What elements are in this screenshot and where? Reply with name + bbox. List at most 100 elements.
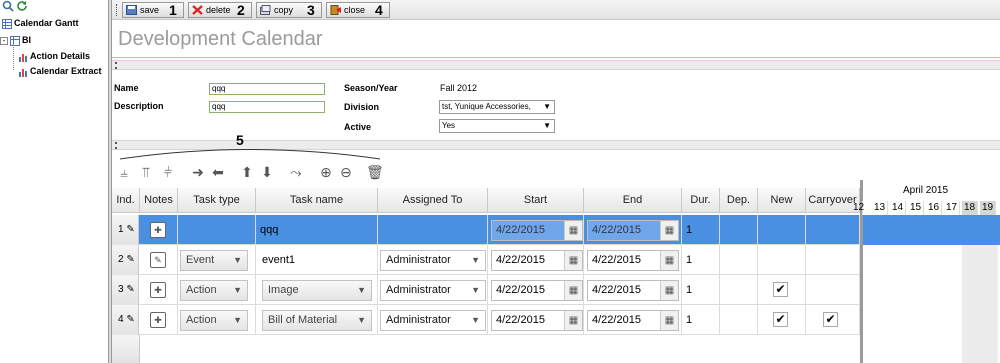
dependency-cell[interactable] <box>720 245 758 275</box>
note-add-icon[interactable]: ✚ <box>150 282 166 298</box>
start-date-input[interactable]: 4/22/2015 ▦ <box>491 310 583 331</box>
task-type-cell[interactable] <box>178 215 256 245</box>
end-cell[interactable]: 4/22/2015 ▦ <box>584 215 682 245</box>
calendar-icon[interactable]: ▦ <box>660 251 678 270</box>
carryover-cell[interactable] <box>806 245 860 275</box>
start-cell[interactable]: 4/22/2015 ▦ <box>488 305 584 335</box>
duration-cell[interactable]: 1 <box>682 215 720 245</box>
table-row[interactable]: 2 ✎ ✎ Event ▼ event1 Administrator ▼ 4/22/… <box>112 245 860 275</box>
task-name-select[interactable]: Bill of Material ▼ <box>262 310 372 331</box>
calendar-icon[interactable]: ▦ <box>660 281 678 300</box>
column-header-end[interactable]: End <box>584 188 682 213</box>
refresh-icon[interactable] <box>16 0 28 12</box>
tree-item-calendar-extract[interactable]: Calendar Extract <box>18 64 102 78</box>
note-add-icon[interactable]: ✚ <box>150 312 166 328</box>
column-header-new[interactable]: New <box>758 188 806 213</box>
copy-button[interactable]: copy 3 <box>256 2 322 18</box>
toolbar-handle[interactable] <box>116 4 119 16</box>
assigned-select[interactable]: Administrator ▼ <box>380 280 486 301</box>
zoom-out-icon[interactable]: ⊖ <box>338 165 354 179</box>
save-button[interactable]: save 1 <box>122 2 184 18</box>
insert-row-icon[interactable]: ⫪ <box>138 165 154 179</box>
new-cell[interactable] <box>758 245 806 275</box>
end-date-input[interactable]: 4/22/2015 ▦ <box>587 220 679 241</box>
notes-cell[interactable]: ✎ <box>140 245 178 275</box>
notes-cell[interactable]: ✚ <box>140 305 178 335</box>
start-date-input[interactable]: 4/22/2015 ▦ <box>491 280 583 301</box>
task-name-cell[interactable]: event1 <box>256 245 378 275</box>
search-icon[interactable] <box>2 0 14 12</box>
new-cell[interactable]: ✔ <box>758 305 806 335</box>
active-select[interactable]: Yes ▼ <box>439 119 555 133</box>
calendar-icon[interactable]: ▦ <box>564 311 582 330</box>
carryover-cell[interactable] <box>806 215 860 245</box>
table-row[interactable]: 4 ✎ ✚ Action ▼ Bill of Material ▼ Administ… <box>112 305 860 335</box>
duration-cell[interactable]: 1 <box>682 245 720 275</box>
trash-icon[interactable]: 🗑 <box>366 165 384 179</box>
row-indicator[interactable]: 1 ✎ <box>112 215 139 245</box>
calendar-icon[interactable]: ▦ <box>564 251 582 270</box>
task-type-cell[interactable]: Action ▼ <box>178 275 256 305</box>
new-cell[interactable] <box>758 215 806 245</box>
close-button[interactable]: close 4 <box>326 2 390 18</box>
note-edit-icon[interactable]: ✎ <box>150 252 166 268</box>
new-cell[interactable]: ✔ <box>758 275 806 305</box>
column-header-assigned-to[interactable]: Assigned To <box>378 188 488 213</box>
description-field[interactable]: qqq <box>209 101 325 113</box>
new-checkbox[interactable]: ✔ <box>773 312 788 327</box>
insert-row-below-icon[interactable]: ⫩ <box>160 165 176 179</box>
task-name-cell[interactable]: Image ▼ <box>256 275 378 305</box>
end-cell[interactable]: 4/22/2015 ▦ <box>584 245 682 275</box>
end-date-input[interactable]: 4/22/2015 ▦ <box>587 310 679 331</box>
assigned-select[interactable]: Administrator ▼ <box>380 310 486 331</box>
task-type-cell[interactable]: Action ▼ <box>178 305 256 335</box>
collapse-icon[interactable]: - <box>0 36 8 45</box>
assigned-select[interactable]: Administrator ▼ <box>380 250 486 271</box>
start-cell[interactable]: 4/22/2015 ▦ <box>488 275 584 305</box>
table-row[interactable]: 3 ✎ ✚ Action ▼ Image ▼ Administrator ▼ 4/22… <box>112 275 860 305</box>
column-header-dep[interactable]: Dep. <box>720 188 758 213</box>
name-field[interactable]: qqq <box>209 83 325 95</box>
carryover-cell[interactable] <box>806 275 860 305</box>
row-indicator[interactable]: 2 ✎ <box>112 245 139 275</box>
tree-item-bi[interactable]: - BI <box>0 33 31 47</box>
column-header-task-name[interactable]: Task name <box>256 188 378 213</box>
zoom-in-icon[interactable]: ⊕ <box>318 165 334 179</box>
insert-row-above-icon[interactable]: ⫨ <box>116 165 132 179</box>
assigned-cell[interactable] <box>378 215 488 245</box>
column-header-task-type[interactable]: Task type <box>178 188 256 213</box>
duration-cell[interactable]: 1 <box>682 275 720 305</box>
end-date-input[interactable]: 4/22/2015 ▦ <box>587 280 679 301</box>
task-name-select[interactable]: Image ▼ <box>262 280 372 301</box>
column-header-notes[interactable]: Notes <box>140 188 178 213</box>
calendar-icon[interactable]: ▦ <box>660 311 678 330</box>
assigned-cell[interactable]: Administrator ▼ <box>378 275 488 305</box>
delete-button[interactable]: delete 2 <box>188 2 252 18</box>
carryover-checkbox[interactable]: ✔ <box>823 312 838 327</box>
task-name-cell[interactable]: Bill of Material ▼ <box>256 305 378 335</box>
assigned-cell[interactable]: Administrator ▼ <box>378 305 488 335</box>
task-type-cell[interactable]: Event ▼ <box>178 245 256 275</box>
outdent-icon[interactable]: ⬅ <box>210 165 226 179</box>
task-type-select[interactable]: Action ▼ <box>180 280 248 301</box>
end-cell[interactable]: 4/22/2015 ▦ <box>584 305 682 335</box>
move-up-icon[interactable]: ⬆ <box>239 165 255 179</box>
indent-icon[interactable]: ➜ <box>190 165 206 179</box>
dependency-cell[interactable] <box>720 305 758 335</box>
duration-cell[interactable]: 1 <box>682 305 720 335</box>
row-indicator[interactable]: 4 ✎ <box>112 305 139 335</box>
note-add-icon[interactable]: ✚ <box>150 222 166 238</box>
task-type-select[interactable]: Event ▼ <box>180 250 248 271</box>
new-checkbox[interactable]: ✔ <box>773 282 788 297</box>
column-header-dur[interactable]: Dur. <box>682 188 720 213</box>
start-date-input[interactable]: 4/22/2015 ▦ <box>491 250 583 271</box>
assigned-cell[interactable]: Administrator ▼ <box>378 245 488 275</box>
column-header-ind[interactable]: Ind. <box>112 188 140 213</box>
task-name-cell[interactable]: qqq <box>256 215 378 245</box>
tree-item-calendar-gantt[interactable]: Calendar Gantt <box>2 16 79 30</box>
dependency-cell[interactable] <box>720 215 758 245</box>
tree-item-action-details[interactable]: Action Details <box>18 49 90 63</box>
table-row[interactable]: 1 ✎ ✚ qqq 4/22/2015 ▦ 4/22/2015 ▦ 1 <box>112 215 860 245</box>
end-date-input[interactable]: 4/22/2015 ▦ <box>587 250 679 271</box>
column-header-carryover[interactable]: Carryover <box>806 188 860 213</box>
